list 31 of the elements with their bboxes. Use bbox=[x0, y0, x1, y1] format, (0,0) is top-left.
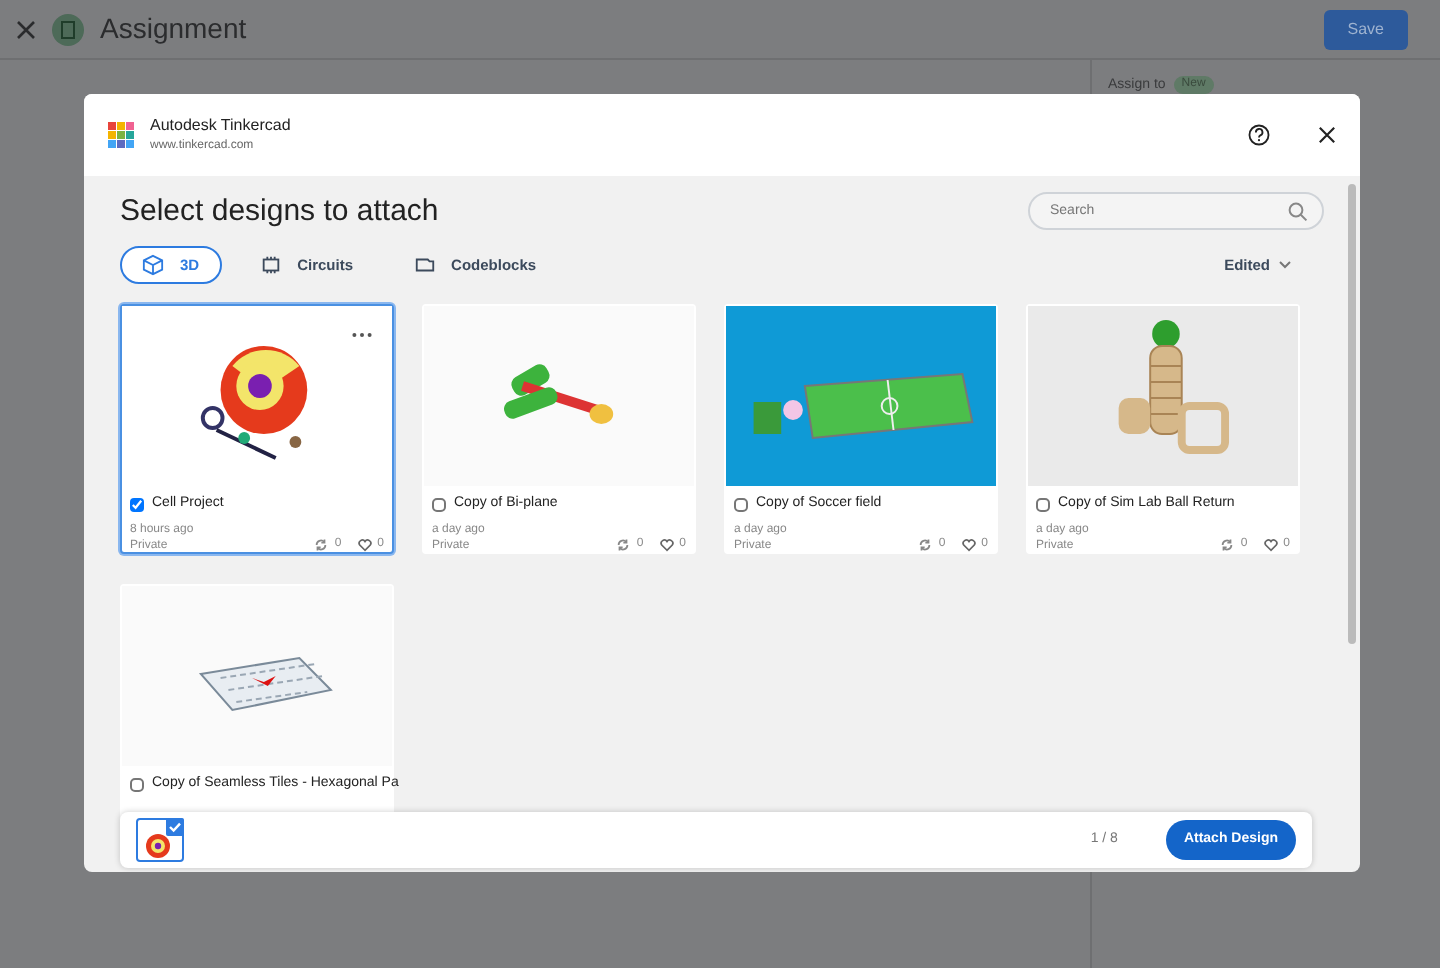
help-icon[interactable] bbox=[1248, 124, 1270, 146]
select-checkbox[interactable] bbox=[432, 498, 446, 512]
dialog-heading: Select designs to attach bbox=[120, 193, 439, 229]
remix-icon bbox=[918, 538, 933, 553]
checkbox-icon bbox=[166, 818, 184, 836]
select-checkbox[interactable] bbox=[130, 498, 144, 512]
more-icon bbox=[352, 331, 372, 338]
app-name: Autodesk Tinkercad bbox=[150, 114, 291, 138]
clipboard-icon bbox=[52, 13, 84, 45]
app-logo-icon bbox=[108, 122, 134, 148]
heart-icon bbox=[961, 538, 976, 553]
remix-icon bbox=[314, 538, 329, 553]
chevron-down-icon bbox=[1278, 260, 1292, 271]
page-title: Assignment bbox=[100, 10, 247, 48]
selected-thumbnail[interactable] bbox=[136, 818, 184, 862]
select-checkbox[interactable] bbox=[130, 778, 144, 792]
remix-icon bbox=[1220, 538, 1235, 553]
hexagon-tiles-drawing bbox=[198, 657, 333, 712]
close-icon[interactable] bbox=[1318, 126, 1336, 144]
cube-icon bbox=[142, 254, 164, 277]
remix-icon bbox=[616, 538, 631, 553]
select-checkbox[interactable] bbox=[734, 498, 748, 512]
chip-icon bbox=[259, 254, 282, 277]
airplane-model-drawing bbox=[501, 361, 614, 425]
coil-model-drawing bbox=[1118, 320, 1230, 455]
cell-model-drawing bbox=[200, 346, 308, 461]
search-icon[interactable] bbox=[1288, 201, 1308, 221]
select-checkbox[interactable] bbox=[1036, 498, 1050, 512]
heart-icon bbox=[357, 538, 372, 553]
heart-icon bbox=[1263, 538, 1278, 553]
heart-icon bbox=[659, 538, 674, 553]
